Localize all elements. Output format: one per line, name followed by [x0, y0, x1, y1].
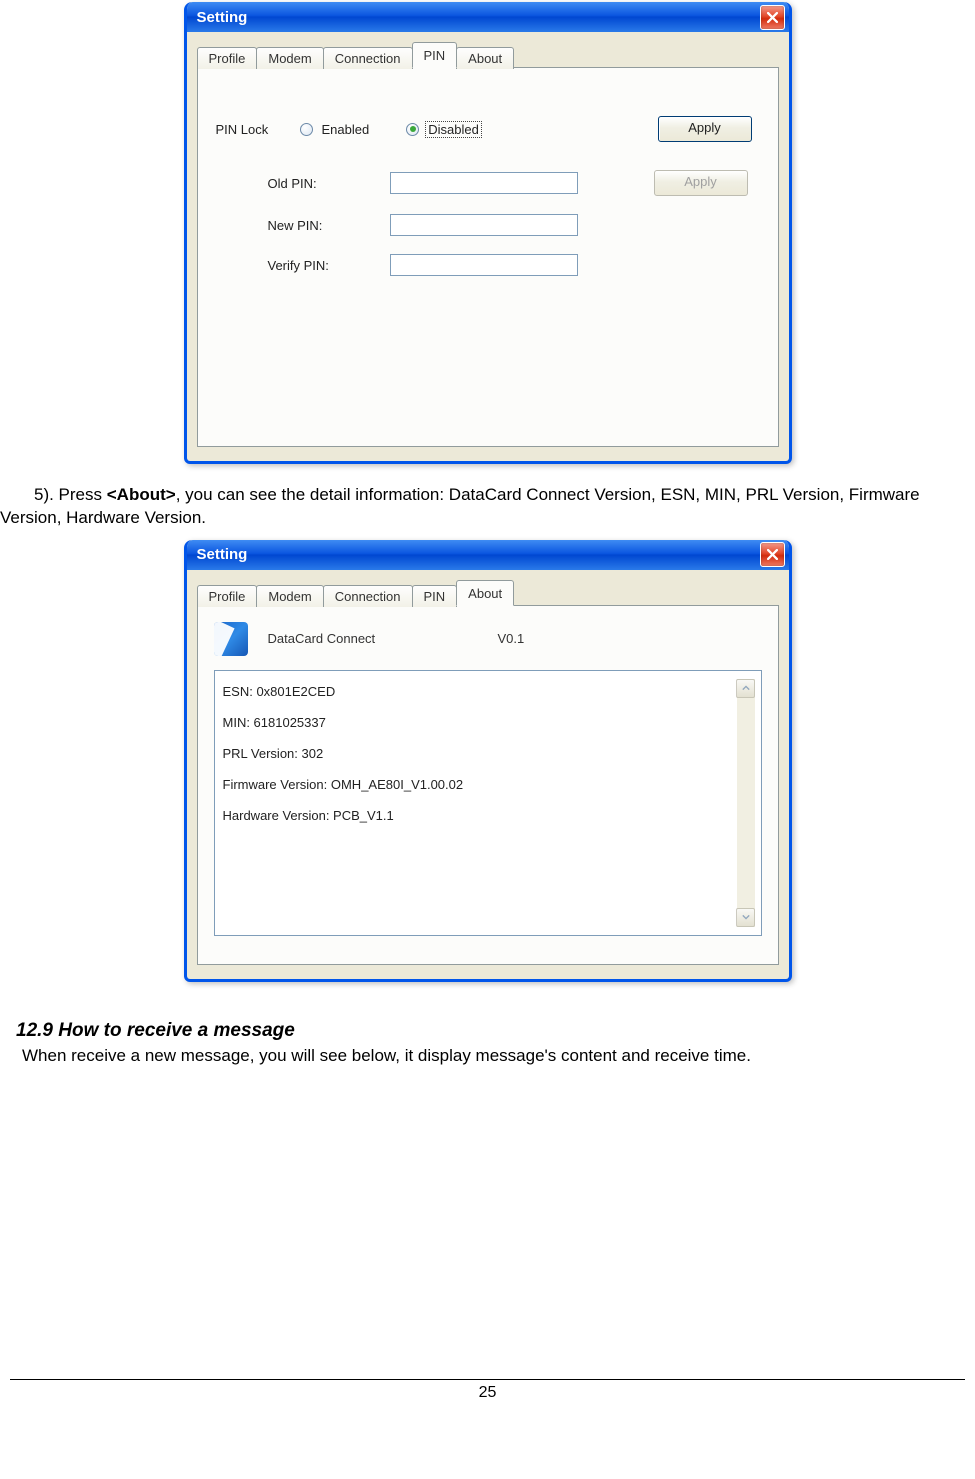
radio-enabled-label: Enabled [322, 122, 370, 137]
apply-pinlock-button[interactable]: Apply [658, 116, 752, 142]
chevron-up-icon [742, 684, 750, 692]
tab-connection[interactable]: Connection [323, 585, 413, 607]
window-title: Setting [197, 9, 760, 26]
verify-pin-input[interactable] [390, 254, 578, 276]
apply-pin-button[interactable]: Apply [654, 170, 748, 196]
chevron-down-icon [742, 913, 750, 921]
footer-rule [10, 1379, 965, 1380]
about-line: Firmware Version: OMH_AE80I_V1.00.02 [223, 778, 737, 791]
titlebar[interactable]: Setting [187, 540, 789, 570]
radio-disabled[interactable]: Disabled [406, 121, 482, 138]
old-pin-label: Old PIN: [268, 176, 390, 191]
radio-icon [300, 123, 313, 136]
new-pin-input[interactable] [390, 214, 578, 236]
close-button[interactable] [760, 542, 785, 567]
titlebar[interactable]: Setting [187, 2, 789, 32]
scroll-down-button[interactable] [736, 908, 755, 927]
new-pin-label: New PIN: [268, 218, 390, 233]
radio-icon [406, 123, 419, 136]
scroll-up-button[interactable] [736, 679, 755, 698]
tab-about[interactable]: About [456, 47, 514, 69]
setting-dialog-pin: Setting Profile Modem Connection PIN Abo… [184, 2, 792, 464]
tab-about[interactable]: About [456, 580, 514, 606]
tab-pin[interactable]: PIN [412, 585, 458, 607]
close-icon [767, 12, 778, 23]
tab-modem[interactable]: Modem [256, 47, 323, 69]
step5-prefix: 5). Press [0, 485, 107, 504]
tabstrip: Profile Modem Connection PIN About [197, 580, 779, 606]
radio-disabled-label: Disabled [428, 122, 479, 137]
close-button[interactable] [760, 5, 785, 30]
about-line: Hardware Version: PCB_V1.1 [223, 809, 737, 822]
about-line: MIN: 6181025337 [223, 716, 737, 729]
page-number: 25 [0, 1384, 975, 1402]
step5-text: 5). Press <About>, you can see the detai… [0, 484, 957, 530]
tab-profile[interactable]: Profile [197, 47, 258, 69]
radio-enabled[interactable]: Enabled [300, 122, 373, 137]
old-pin-input[interactable] [390, 172, 578, 194]
tab-modem[interactable]: Modem [256, 585, 323, 607]
app-name: DataCard Connect [268, 631, 498, 646]
tab-connection[interactable]: Connection [323, 47, 413, 69]
app-version: V0.1 [498, 631, 525, 646]
about-panel: DataCard Connect V0.1 ESN: 0x801E2CED MI… [197, 605, 779, 965]
section-heading: 12.9 How to receive a message [16, 1020, 975, 1042]
section-body: When receive a new message, you will see… [22, 1046, 957, 1066]
about-line: PRL Version: 302 [223, 747, 737, 760]
tab-profile[interactable]: Profile [197, 585, 258, 607]
step5-bold: <About> [107, 485, 176, 504]
tab-pin[interactable]: PIN [412, 42, 458, 68]
app-logo-icon [214, 622, 248, 656]
about-line: ESN: 0x801E2CED [223, 685, 737, 698]
close-icon [767, 549, 778, 560]
tabstrip: Profile Modem Connection PIN About [197, 42, 779, 68]
about-info-box: ESN: 0x801E2CED MIN: 6181025337 PRL Vers… [214, 670, 762, 936]
window-title: Setting [197, 546, 760, 563]
verify-pin-label: Verify PIN: [268, 258, 390, 273]
pin-lock-label: PIN Lock [216, 122, 300, 137]
pin-panel: PIN Lock Enabled Disabled Apply Old PIN: [197, 67, 779, 447]
setting-dialog-about: Setting Profile Modem Connection PIN Abo… [184, 540, 792, 982]
scrollbar[interactable] [737, 679, 755, 927]
